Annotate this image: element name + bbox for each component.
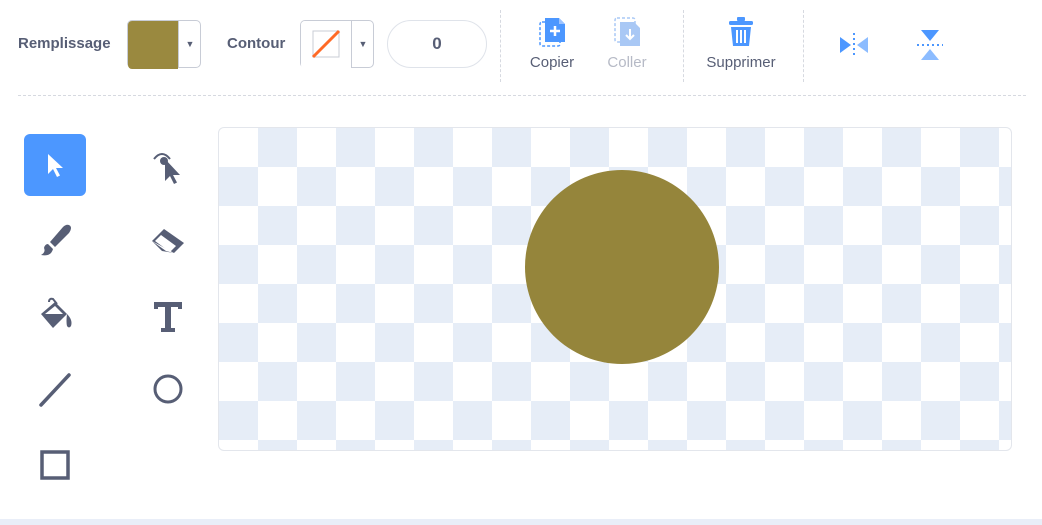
flip-vertical-button[interactable] [915, 28, 945, 67]
paint-canvas[interactable] [218, 127, 1012, 451]
outline-color-picker[interactable]: ▼ [300, 20, 374, 69]
circle-shape[interactable] [525, 170, 719, 364]
paste-icon [614, 17, 640, 46]
flip-horizontal-icon [840, 33, 868, 57]
brush-tool[interactable] [24, 210, 86, 272]
reshape-icon [153, 153, 180, 184]
circle-tool[interactable] [137, 358, 199, 420]
rectangle-tool[interactable] [24, 434, 86, 496]
paint-bucket-icon [41, 297, 72, 328]
outline-dropdown-icon[interactable]: ▼ [352, 21, 374, 67]
fill-color-swatch[interactable] [128, 21, 178, 69]
paste-label: Coller [607, 54, 647, 71]
reshape-tool[interactable] [137, 134, 199, 196]
toolbar-divider [803, 10, 804, 82]
circle-icon [153, 374, 183, 404]
rectangle-icon [40, 450, 70, 480]
trash-icon [729, 17, 753, 46]
delete-button[interactable]: Supprimer [704, 16, 778, 71]
line-tool[interactable] [24, 358, 86, 420]
select-tool[interactable] [24, 134, 86, 196]
no-color-icon [311, 29, 341, 59]
text-tool[interactable] [137, 285, 199, 347]
flip-horizontal-button[interactable] [838, 30, 870, 65]
outline-color-swatch[interactable] [301, 21, 351, 69]
copy-label: Copier [529, 54, 575, 71]
outline-width-input[interactable]: 0 [387, 20, 487, 68]
outline-label: Contour [227, 35, 286, 52]
fill-dropdown-icon[interactable]: ▼ [179, 21, 201, 67]
copy-button[interactable]: Copier [524, 16, 580, 71]
bottom-border [0, 519, 1042, 525]
delete-label: Supprimer [706, 54, 776, 71]
fill-color-picker[interactable]: ▼ [127, 20, 201, 69]
toolbar-divider [683, 10, 684, 82]
flip-vertical-icon [917, 30, 943, 60]
eraser-icon [152, 229, 184, 253]
text-icon [154, 302, 182, 332]
paste-button[interactable]: Coller [601, 16, 653, 71]
toolbar-divider-horizontal [18, 95, 1026, 96]
fill-tool[interactable] [24, 285, 86, 347]
copy-icon [539, 18, 565, 47]
toolbar-divider [500, 10, 501, 82]
fill-label: Remplissage [18, 35, 111, 52]
eraser-tool[interactable] [137, 210, 199, 272]
brush-icon [41, 224, 71, 256]
line-icon [39, 373, 71, 407]
arrow-cursor-icon [48, 154, 63, 177]
